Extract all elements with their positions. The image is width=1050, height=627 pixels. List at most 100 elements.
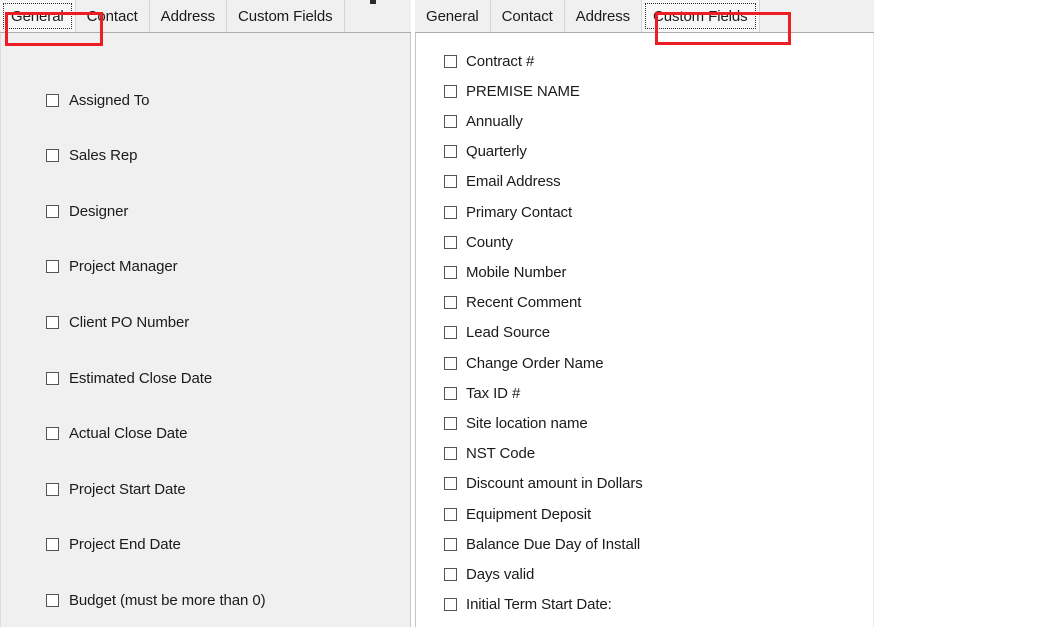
left-tab-page: Assigned To Sales Rep Designer Project Mana…	[0, 33, 411, 627]
right-field-checkbox-list: Contract # PREMISE NAME Annually Quarterly E…	[416, 33, 873, 627]
left-tab-custom-fields[interactable]: Custom Fields	[227, 0, 345, 32]
right-checkbox-row[interactable]: County	[444, 232, 513, 252]
right-tab-general[interactable]: General	[415, 0, 491, 32]
checkbox-icon[interactable]	[444, 235, 457, 249]
right-tab-custom-fields[interactable]: Custom Fields	[642, 0, 760, 32]
tab-label: Contact	[86, 7, 138, 25]
checkbox-icon[interactable]	[46, 315, 59, 329]
right-checkbox-row[interactable]: Annually	[444, 111, 523, 131]
checkbox-icon[interactable]	[46, 371, 59, 385]
checkbox-icon[interactable]	[444, 416, 457, 430]
right-checkbox-row[interactable]: Email Address	[444, 172, 561, 192]
checkbox-icon[interactable]	[444, 356, 457, 370]
checkbox-label: Site location name	[466, 414, 588, 432]
right-checkbox-row[interactable]: Days valid	[444, 564, 534, 584]
checkbox-icon[interactable]	[444, 54, 457, 68]
checkbox-label: Tax ID #	[466, 384, 521, 402]
checkbox-label: Lead Source	[466, 324, 550, 342]
checkbox-label: Annually	[466, 112, 523, 130]
right-checkbox-row[interactable]: Equipment Deposit	[444, 504, 591, 524]
checkbox-label: Email Address	[466, 173, 561, 191]
checkbox-icon[interactable]	[444, 598, 457, 612]
left-tab-general[interactable]: General	[0, 0, 76, 32]
right-checkbox-row[interactable]: Site location name	[444, 413, 588, 433]
right-checkbox-row[interactable]: Lead Source	[444, 323, 550, 343]
left-tab-panel: General Contact Address Custom Fields Assig…	[0, 0, 411, 627]
checkbox-icon[interactable]	[46, 538, 59, 552]
right-checkbox-row[interactable]: Mobile Number	[444, 262, 567, 282]
left-field-checkbox-list: Assigned To Sales Rep Designer Project Mana…	[1, 33, 410, 627]
checkbox-icon[interactable]	[46, 593, 59, 607]
right-checkbox-row[interactable]: Quarterly	[444, 142, 527, 162]
right-checkbox-row[interactable]: Contract #	[444, 51, 534, 71]
checkbox-label: Equipment Deposit	[466, 505, 592, 523]
checkbox-icon[interactable]	[444, 205, 457, 219]
left-checkbox-row[interactable]: Project Start Date	[46, 479, 186, 499]
checkbox-icon[interactable]	[444, 386, 457, 400]
checkbox-icon[interactable]	[46, 260, 59, 274]
checkbox-label: Initial Term Start Date:	[466, 596, 612, 614]
right-checkbox-row[interactable]: NST Code	[444, 444, 535, 464]
checkbox-icon[interactable]	[444, 477, 457, 491]
checkbox-icon[interactable]	[444, 326, 457, 340]
right-checkbox-row[interactable]: PREMISE NAME	[444, 81, 580, 101]
left-checkbox-row[interactable]: Sales Rep	[46, 146, 137, 166]
left-checkbox-row[interactable]: Designer	[46, 201, 128, 221]
checkbox-icon[interactable]	[46, 149, 59, 163]
left-tab-address[interactable]: Address	[149, 0, 227, 32]
cursor-artifact	[370, 0, 376, 4]
checkbox-icon[interactable]	[444, 567, 457, 581]
tab-label: General	[426, 7, 479, 25]
right-checkbox-row[interactable]: Initial Term Start Date:	[444, 595, 612, 615]
checkbox-label: Project Start Date	[69, 480, 186, 498]
right-checkbox-row[interactable]: Tax ID #	[444, 383, 520, 403]
checkbox-label: Days valid	[466, 565, 535, 583]
tab-label: Custom Fields	[653, 7, 748, 25]
checkbox-icon[interactable]	[46, 204, 59, 218]
right-checkbox-row[interactable]: Discount amount in Dollars	[444, 474, 643, 494]
checkbox-icon[interactable]	[444, 447, 457, 461]
right-tab-address[interactable]: Address	[564, 0, 642, 32]
right-checkbox-row[interactable]: Recent Comment	[444, 293, 581, 313]
left-checkbox-row[interactable]: Actual Close Date	[46, 424, 187, 444]
checkbox-label: Change Order Name	[466, 354, 604, 372]
checkbox-label: Contract #	[466, 52, 535, 70]
tab-label: Contact	[501, 7, 553, 25]
checkbox-icon[interactable]	[46, 482, 59, 496]
left-checkbox-row[interactable]: Project Manager	[46, 257, 178, 277]
left-checkbox-row[interactable]: Estimated Close Date	[46, 368, 212, 388]
left-checkbox-row[interactable]: Client PO Number	[46, 312, 189, 332]
right-tab-strip: General Contact Address Custom Fields	[415, 0, 874, 33]
checkbox-icon[interactable]	[444, 507, 457, 521]
checkbox-label: Quarterly	[466, 143, 527, 161]
right-tab-page: Contract # PREMISE NAME Annually Quarterly E…	[415, 33, 874, 627]
checkbox-label: Discount amount in Dollars	[466, 475, 643, 493]
checkbox-label: Designer	[69, 202, 129, 220]
checkbox-icon[interactable]	[444, 537, 457, 551]
checkbox-icon[interactable]	[444, 296, 457, 310]
checkbox-label: Budget (must be more than 0)	[69, 591, 266, 609]
right-tab-contact[interactable]: Contact	[490, 0, 565, 32]
checkbox-icon[interactable]	[444, 114, 457, 128]
left-checkbox-row[interactable]: Budget (must be more than 0)	[46, 590, 266, 610]
checkbox-icon[interactable]	[46, 427, 59, 441]
left-checkbox-row[interactable]: Assigned To	[46, 90, 149, 110]
tab-label: Address	[575, 7, 630, 25]
checkbox-icon[interactable]	[444, 84, 457, 98]
left-checkbox-row[interactable]: Project End Date	[46, 535, 181, 555]
checkbox-label: Recent Comment	[466, 294, 582, 312]
checkbox-icon[interactable]	[46, 93, 59, 107]
checkbox-label: Actual Close Date	[69, 425, 188, 443]
right-checkbox-row[interactable]: Change Order Name	[444, 353, 604, 373]
tab-label: Address	[160, 7, 215, 25]
checkbox-label: Primary Contact	[466, 203, 573, 221]
right-checkbox-row[interactable]: Primary Contact	[444, 202, 572, 222]
checkbox-label: Assigned To	[69, 91, 150, 109]
checkbox-icon[interactable]	[444, 265, 457, 279]
checkbox-label: County	[466, 233, 513, 251]
checkbox-icon[interactable]	[444, 145, 457, 159]
tab-label: General	[11, 7, 64, 25]
left-tab-contact[interactable]: Contact	[75, 0, 150, 32]
right-checkbox-row[interactable]: Balance Due Day of Install	[444, 534, 640, 554]
checkbox-icon[interactable]	[444, 175, 457, 189]
